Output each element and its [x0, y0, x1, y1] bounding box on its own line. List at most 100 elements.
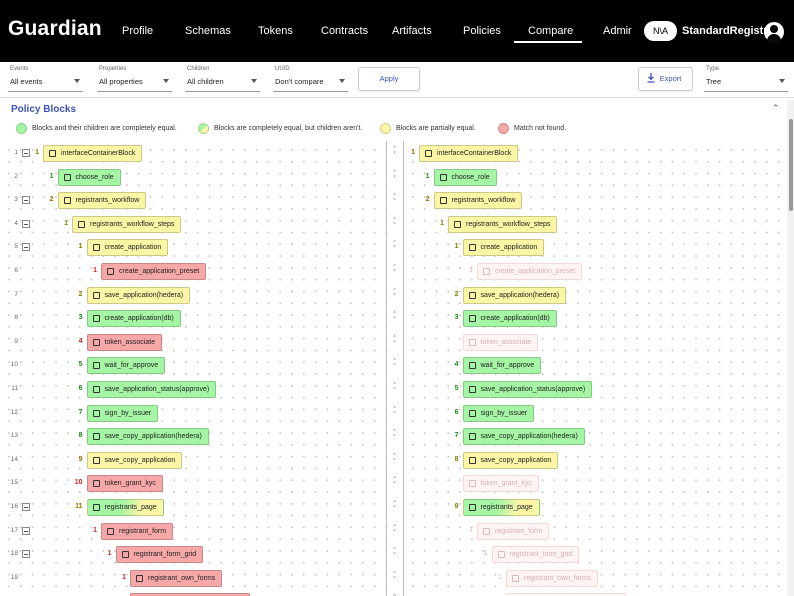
type-select[interactable]: Type Tree	[704, 66, 788, 92]
info-icon	[92, 362, 100, 369]
policy-block[interactable]: registrant_form	[101, 523, 174, 540]
policy-block[interactable]: registrant_form	[477, 523, 550, 540]
policy-block[interactable]: choose_role	[57, 169, 121, 186]
sort-arrows-icon[interactable]: ˆˇ	[391, 525, 398, 537]
collapse-toggle-icon[interactable]	[22, 527, 30, 535]
policy-block[interactable]: choose_role	[433, 169, 497, 186]
policy-block[interactable]: interfaceContainerBlock	[43, 145, 143, 162]
policy-block[interactable]: wait_for_approve	[86, 357, 166, 374]
nav-policies[interactable]: Policies	[463, 25, 501, 37]
policy-block[interactable]: save_copy_application(hedera)	[462, 428, 585, 445]
block-name: create_application_preset	[495, 268, 576, 275]
block-name: choose_role	[451, 174, 490, 181]
sort-arrows-icon[interactable]: ˆˇ	[391, 241, 398, 253]
nav-profile[interactable]: Profile	[122, 25, 153, 37]
block-name: save_application_status(approve)	[480, 386, 586, 393]
sign-icon	[92, 410, 100, 417]
policy-block[interactable]: registrants_workflow	[433, 192, 523, 209]
uuid-select[interactable]: UUID Don't compare	[273, 66, 348, 92]
sort-arrows-icon[interactable]: ˆˇ	[391, 171, 398, 183]
block-name: create_application(db)	[480, 315, 550, 322]
sort-arrows-icon[interactable]: ˆˇ	[391, 501, 398, 513]
nav-schemas[interactable]: Schemas	[185, 25, 231, 37]
policy-block[interactable]: interfaceContainerBlock	[419, 145, 519, 162]
policy-block[interactable]: save_application(hedera)	[462, 287, 567, 304]
policy-block[interactable]: save_copy_application	[86, 452, 183, 469]
sort-arrows-icon[interactable]: ˆˇ	[391, 454, 398, 466]
policy-block[interactable]: token_associate	[86, 334, 163, 351]
policy-block[interactable]: save_application_status(approve)	[462, 381, 593, 398]
export-button[interactable]: Export	[638, 67, 693, 91]
sort-arrows-icon[interactable]: ˆˇ	[391, 289, 398, 301]
sort-arrows-icon[interactable]: ˆˇ	[391, 147, 398, 159]
nav-artifacts[interactable]: Artifacts	[392, 25, 432, 37]
properties-select[interactable]: Properties All properties	[97, 66, 172, 92]
collapse-toggle-icon[interactable]	[22, 550, 30, 558]
policy-block[interactable]: create_application(db)	[462, 310, 557, 327]
app-logo[interactable]: Guardian	[8, 17, 102, 41]
policy-block[interactable]: create_application	[462, 239, 545, 256]
sort-arrows-icon[interactable]: ˆˇ	[391, 194, 398, 206]
sort-arrows-icon[interactable]: ˆˇ	[391, 265, 398, 277]
block-name: registrant_form	[119, 528, 167, 535]
block-index: 1	[440, 220, 444, 227]
policy-block[interactable]: sign_by_issuer	[86, 405, 159, 422]
token-icon	[468, 339, 476, 346]
scrollbar-thumb[interactable]	[789, 119, 793, 211]
apply-button[interactable]: Apply	[358, 67, 420, 91]
sort-arrows-icon[interactable]: ˆˇ	[391, 407, 398, 419]
policy-block[interactable]: create_application	[86, 239, 169, 256]
policy-block[interactable]: registrant_own_forms	[506, 570, 599, 587]
policy-block[interactable]: registrants_workflow_steps	[448, 216, 558, 233]
sort-arrows-icon[interactable]: ˆˇ	[391, 359, 398, 371]
policy-block[interactable]: token_associate	[462, 334, 539, 351]
sort-arrows-icon[interactable]: ˆˇ	[391, 477, 398, 489]
children-select[interactable]: Children All children	[185, 66, 260, 92]
policy-block[interactable]: save_copy_application(hedera)	[86, 428, 209, 445]
policy-block[interactable]: create_application_preset	[477, 263, 583, 280]
block-index: 1	[64, 220, 68, 227]
policy-block[interactable]: registrants_page	[462, 499, 540, 516]
collapse-toggle-icon[interactable]	[22, 243, 30, 251]
sort-arrows-icon[interactable]: ˆˇ	[391, 430, 398, 442]
policy-block[interactable]: create_application(db)	[86, 310, 181, 327]
policy-block[interactable]: save_application(hedera)	[86, 287, 191, 304]
send-icon	[92, 433, 100, 440]
policy-block[interactable]: sign_by_issuer	[462, 405, 535, 422]
sort-arrows-icon[interactable]: ˆˇ	[391, 572, 398, 584]
collapse-toggle-icon[interactable]	[22, 220, 30, 228]
sort-arrows-icon[interactable]: ˆˇ	[391, 312, 398, 324]
policy-block[interactable]: registrants_workflow	[57, 192, 147, 209]
nav-tokens[interactable]: Tokens	[258, 25, 293, 37]
sort-arrows-icon[interactable]: ˆˇ	[391, 218, 398, 230]
policy-block[interactable]: wait_for_approve	[462, 357, 542, 374]
account-avatar-icon[interactable]	[764, 22, 784, 42]
sort-arrows-icon[interactable]: ˆˇ	[391, 548, 398, 560]
policy-block[interactable]: registrant_own_forms	[130, 570, 223, 587]
policy-block[interactable]: save_copy_application	[462, 452, 559, 469]
block-name: wait_for_approve	[480, 362, 535, 369]
token-icon	[468, 480, 476, 487]
block-name: create_application_preset	[119, 268, 200, 275]
policy-block[interactable]: token_grant_kyc	[462, 475, 539, 492]
sort-arrows-icon[interactable]: ˆˇ	[391, 336, 398, 348]
block-name: registrant_form_grid	[133, 551, 197, 558]
policy-block[interactable]: registrant_form_grid	[115, 546, 204, 563]
steps-icon	[454, 221, 461, 228]
send-icon	[92, 386, 100, 393]
events-select[interactable]: Events All events	[8, 66, 83, 92]
nav-compare[interactable]: Compare	[528, 25, 573, 37]
policy-block[interactable]: registrant_form_grid	[491, 546, 580, 563]
sort-arrows-icon[interactable]: ˆˇ	[391, 383, 398, 395]
policy-block[interactable]: registrants_workflow_steps	[72, 216, 182, 233]
collapse-toggle-icon[interactable]	[22, 196, 30, 204]
policy-block[interactable]: registrants_page	[86, 499, 164, 516]
nav-admin[interactable]: Admir	[603, 25, 632, 37]
policy-block[interactable]: save_application_status(approve)	[86, 381, 217, 398]
nav-contracts[interactable]: Contracts	[321, 25, 368, 37]
chevron-up-icon[interactable]: ⌃	[772, 103, 780, 114]
policy-block[interactable]: create_application_preset	[101, 263, 207, 280]
policy-block[interactable]: token_grant_kyc	[86, 475, 163, 492]
collapse-toggle-icon[interactable]	[22, 503, 30, 511]
row-number: 16	[10, 503, 18, 510]
